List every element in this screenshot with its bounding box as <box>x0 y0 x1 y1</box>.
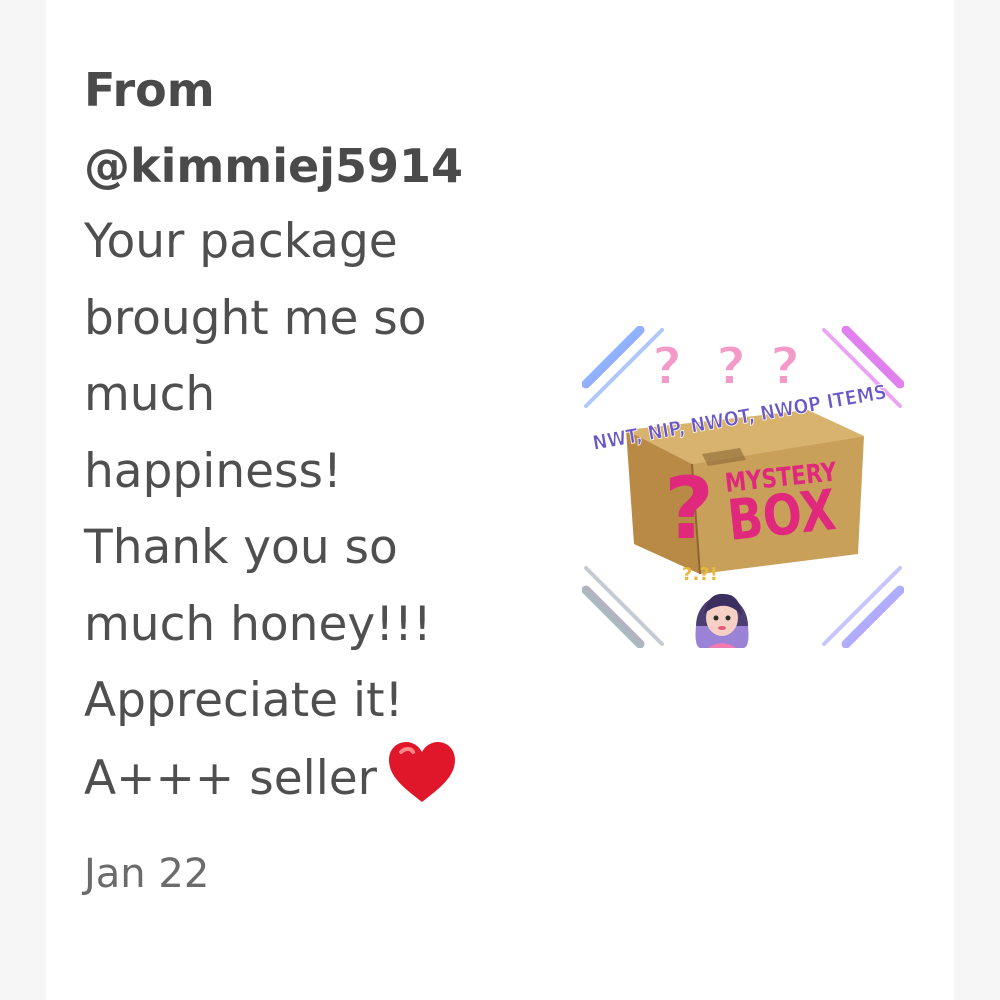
question-mark-2: ? <box>716 337 746 397</box>
message-line: Your package <box>84 214 398 269</box>
from-label: From <box>84 63 215 117</box>
message-line: much honey!!! <box>84 596 432 652</box>
message-line: brought me so <box>84 290 427 346</box>
small-marks: ?.?! <box>682 564 718 585</box>
message-line-text: A+++ seller <box>84 750 377 806</box>
message-line: Appreciate it! <box>84 673 404 728</box>
question-mark-3: ? <box>770 337 800 397</box>
mystery-box-listing-image[interactable]: ? ? ? ? MYSTERY BOX NWT, NIP, NWOT, NWOP… <box>582 326 904 648</box>
box-word: BOX <box>725 478 839 554</box>
review-date: Jan 22 <box>84 851 210 897</box>
message-line: much <box>84 367 216 422</box>
box-question-mark: ? <box>664 459 714 559</box>
message-line: happiness! <box>84 443 342 499</box>
question-marks: ? ? ? <box>651 336 801 398</box>
review-message: Your package brought me so much happines… <box>84 204 544 827</box>
reviewer-username[interactable]: @kimmiej5914 <box>84 128 544 204</box>
review-text: From @kimmiej5914 Your package brought m… <box>84 52 544 899</box>
question-mark-1: ? <box>652 337 682 397</box>
message-line-with-heart: A+++ seller <box>84 740 544 828</box>
red-heart-icon <box>387 740 457 828</box>
message-line: Thank you so <box>84 520 398 575</box>
avatar-girl-icon <box>695 593 749 648</box>
